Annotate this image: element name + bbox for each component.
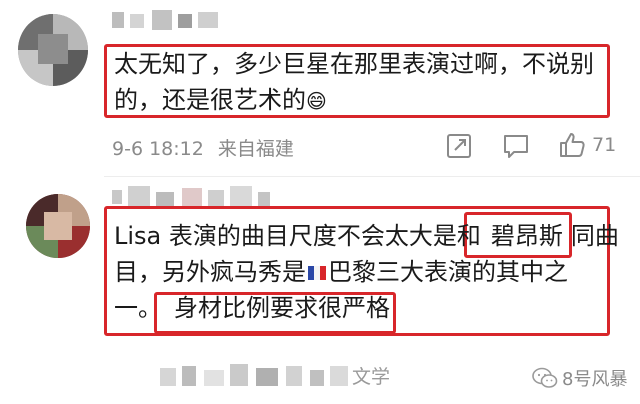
avatar[interactable] <box>26 194 90 258</box>
beyonce-text: 碧昂斯 <box>490 222 563 250</box>
comment-line: 的，还是很艺术的😄 <box>114 86 327 114</box>
avatar[interactable] <box>18 14 88 86</box>
comment-text: 太无知了，多少巨星在那里表演过啊，不说别 的，还是很艺术的😄 <box>114 46 594 119</box>
username-redacted <box>112 8 222 32</box>
wechat-icon <box>532 367 558 388</box>
comment-location: 来自福建 <box>217 138 294 160</box>
requirement-text: 身材比例要求很严格 <box>174 294 390 322</box>
watermark-label: 8号风暴 <box>562 369 628 390</box>
divider <box>104 176 640 177</box>
comment-text: Lisa 表演的曲目尺度不会太大是和 碧昂斯 同曲 目，另外疯马秀是 巴黎三大表演的其… <box>114 218 619 326</box>
smile-emoji: 😄 <box>306 89 327 113</box>
comment-line: 太无知了，多少巨星在那里表演过啊，不说别 <box>114 50 594 78</box>
comment-icon[interactable] <box>502 133 530 159</box>
footer-redacted <box>160 360 350 390</box>
like-icon[interactable] <box>558 131 586 159</box>
comment-meta: 9-6 18:12 来自福建 <box>112 134 294 161</box>
comment-time: 9-6 18:12 <box>112 138 204 160</box>
comment-line: Lisa 表演的曲目尺度不会太大是和 碧昂斯 同曲 <box>114 222 619 250</box>
like-count: 71 <box>592 134 617 156</box>
comment-line: 目，另外疯马秀是 巴黎三大表演的其中之 <box>114 258 568 286</box>
flag-icon <box>308 266 326 280</box>
footer-partial-text: 文学 <box>352 366 391 388</box>
share-icon[interactable] <box>446 133 472 159</box>
comment-line: 一。 身材比例要求很严格 <box>114 294 390 322</box>
